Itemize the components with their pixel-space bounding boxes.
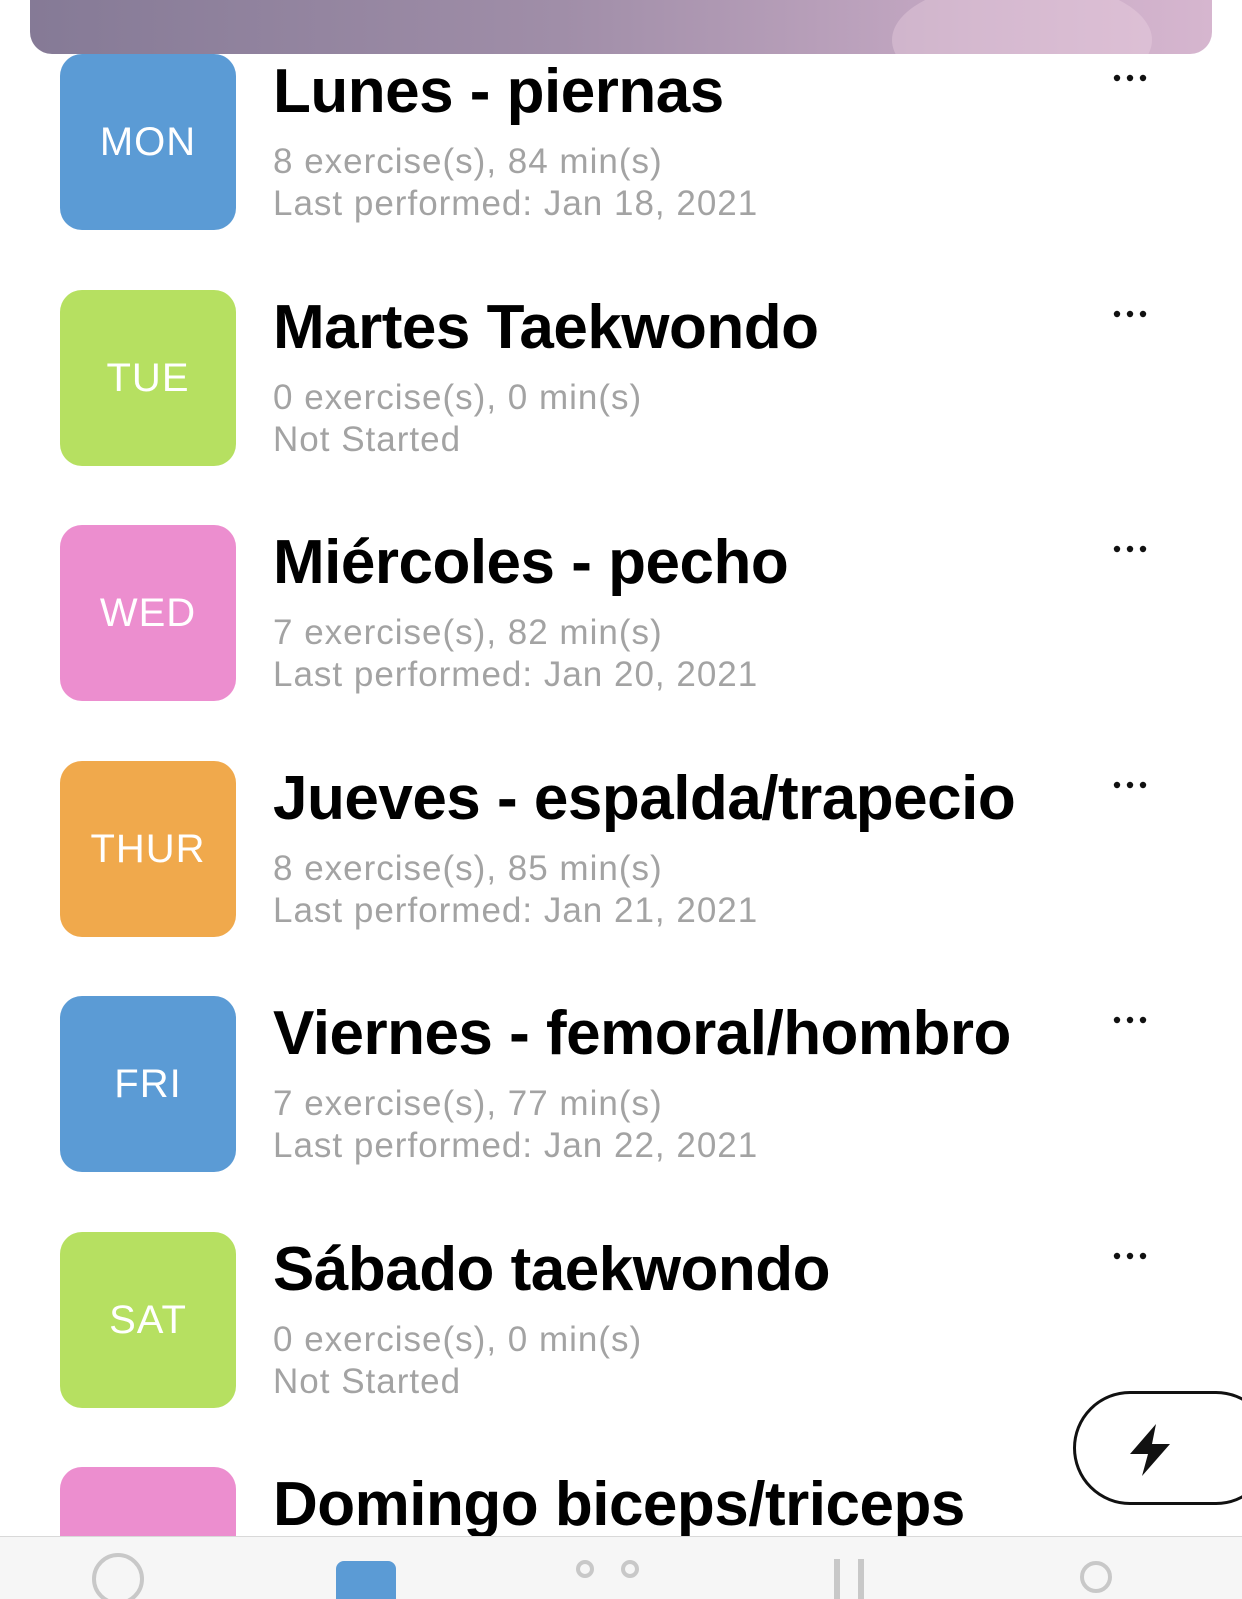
- day-badge: THUR: [60, 761, 236, 937]
- profile-icon: [1080, 1561, 1112, 1593]
- ellipsis-icon: [1113, 1252, 1147, 1260]
- exercises-icon: [576, 1560, 639, 1578]
- workout-status: Not Started: [273, 420, 462, 459]
- workout-status: Last performed: Jan 22, 2021: [273, 1126, 759, 1165]
- workout-stats: 7 exercise(s), 77 min(s): [273, 1084, 663, 1123]
- workout-title: Martes Taekwondo: [273, 293, 819, 362]
- workout-stats: 8 exercise(s), 84 min(s): [273, 142, 663, 181]
- tab-profile[interactable]: [1076, 1549, 1156, 1599]
- tab-history[interactable]: [88, 1549, 168, 1599]
- workout-row-wednesday[interactable]: WED Miércoles - pecho 7 exercise(s), 82 …: [0, 525, 1242, 705]
- more-options-button[interactable]: [1106, 531, 1154, 567]
- day-badge: WED: [60, 525, 236, 701]
- workout-title: Domingo biceps/triceps: [273, 1470, 965, 1539]
- tab-workouts[interactable]: [334, 1549, 414, 1599]
- workout-title: Jueves - espalda/trapecio: [273, 764, 1016, 833]
- workout-stats: 7 exercise(s), 82 min(s): [273, 613, 663, 652]
- tab-progress[interactable]: [828, 1549, 908, 1599]
- ellipsis-icon: [1113, 781, 1147, 789]
- quick-start-button[interactable]: [1073, 1391, 1242, 1505]
- workout-row-saturday[interactable]: SAT Sábado taekwondo 0 exercise(s), 0 mi…: [0, 1232, 1242, 1412]
- more-options-button[interactable]: [1106, 1002, 1154, 1038]
- ellipsis-icon: [1113, 74, 1147, 82]
- day-badge: SAT: [60, 1232, 236, 1408]
- tab-exercises[interactable]: [575, 1549, 655, 1599]
- more-options-button[interactable]: [1106, 60, 1154, 96]
- ellipsis-icon: [1113, 545, 1147, 553]
- workout-row-friday[interactable]: FRI Viernes - femoral/hombro 7 exercise(…: [0, 996, 1242, 1176]
- workout-title: Lunes - piernas: [273, 57, 724, 126]
- bottom-tab-bar: [0, 1536, 1242, 1599]
- workout-stats: 0 exercise(s), 0 min(s): [273, 378, 643, 417]
- workout-title: Sábado taekwondo: [273, 1235, 830, 1304]
- more-options-button[interactable]: [1106, 1238, 1154, 1274]
- more-options-button[interactable]: [1106, 296, 1154, 332]
- day-badge: MON: [60, 54, 236, 230]
- more-options-button[interactable]: [1106, 767, 1154, 803]
- workouts-icon: [336, 1561, 396, 1599]
- ellipsis-icon: [1113, 310, 1147, 318]
- day-badge: FRI: [60, 996, 236, 1172]
- chart-icon: [834, 1559, 864, 1599]
- lightning-bolt-icon: [1130, 1424, 1170, 1476]
- workout-row-tuesday[interactable]: TUE Martes Taekwondo 0 exercise(s), 0 mi…: [0, 290, 1242, 470]
- workout-stats: 0 exercise(s), 0 min(s): [273, 1320, 643, 1359]
- day-badge: TUE: [60, 290, 236, 466]
- workout-status: Last performed: Jan 21, 2021: [273, 891, 759, 930]
- clock-icon: [92, 1553, 144, 1599]
- workout-status: Not Started: [273, 1362, 462, 1401]
- workout-status: Last performed: Jan 20, 2021: [273, 655, 759, 694]
- workout-list: MON Lunes - piernas 8 exercise(s), 84 mi…: [0, 0, 1242, 1565]
- workout-row-thursday[interactable]: THUR Jueves - espalda/trapecio 8 exercis…: [0, 761, 1242, 941]
- workout-title: Miércoles - pecho: [273, 528, 789, 597]
- ellipsis-icon: [1113, 1016, 1147, 1024]
- workout-status: Last performed: Jan 18, 2021: [273, 184, 759, 223]
- workout-stats: 8 exercise(s), 85 min(s): [273, 849, 663, 888]
- workout-row-monday[interactable]: MON Lunes - piernas 8 exercise(s), 84 mi…: [0, 54, 1242, 234]
- workout-title: Viernes - femoral/hombro: [273, 999, 1011, 1068]
